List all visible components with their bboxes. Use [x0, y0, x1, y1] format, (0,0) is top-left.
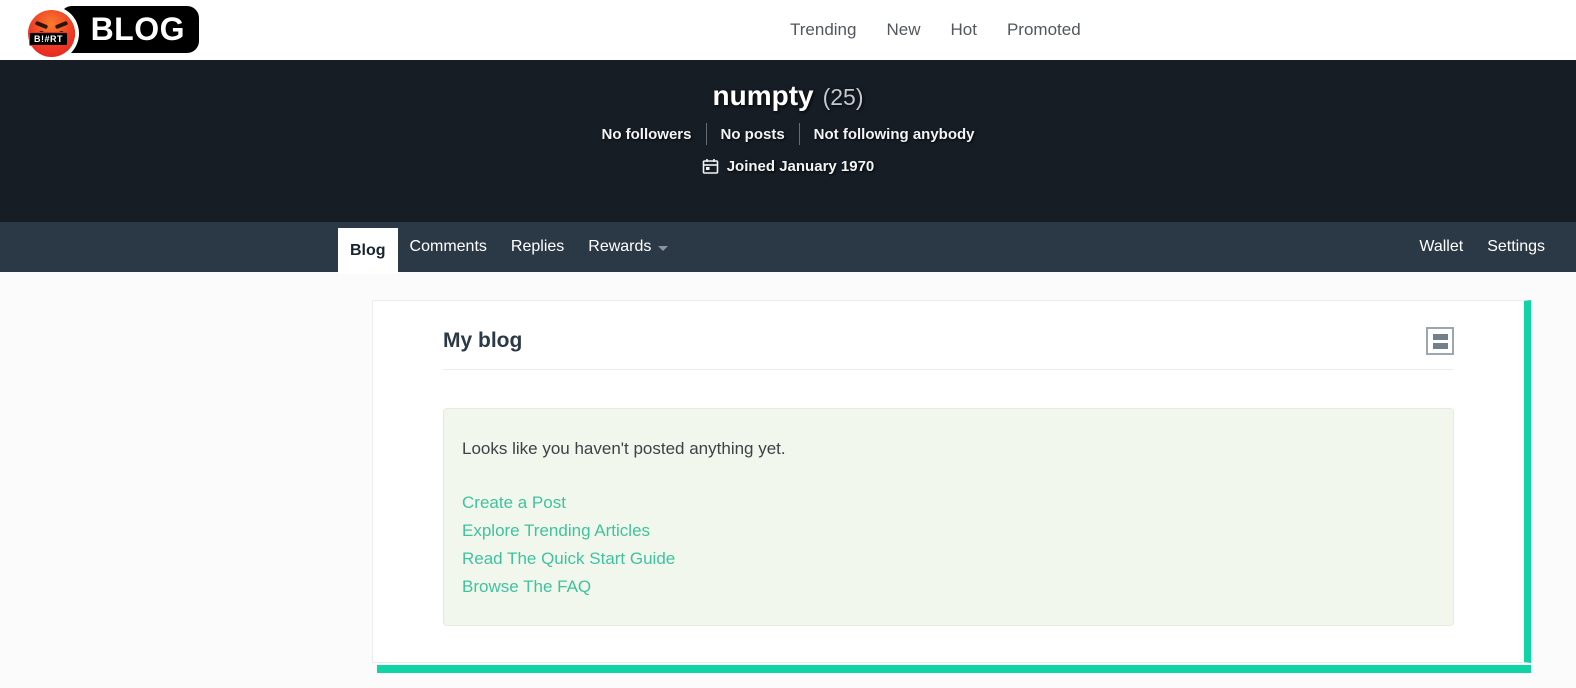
emoji-brow-right: [54, 20, 69, 30]
tabs-right: Wallet Settings: [1407, 222, 1557, 272]
tab-rewards-label: Rewards: [588, 238, 652, 255]
list-view-icon[interactable]: [1426, 327, 1454, 355]
top-navigation: Trending New Hot Promoted: [790, 0, 1081, 60]
nav-new[interactable]: New: [886, 20, 920, 40]
empty-blog-alert: Looks like you haven't posted anything y…: [443, 408, 1454, 626]
heading-divider: [443, 369, 1454, 370]
angry-emoji-icon: B!#RT: [28, 10, 75, 57]
link-create-post[interactable]: Create a Post: [462, 489, 566, 517]
stat-posts: No posts: [720, 125, 785, 143]
stats-divider: [798, 123, 800, 145]
blog-card-header: My blog: [443, 327, 1454, 355]
empty-blog-message: Looks like you haven't posted anything y…: [462, 439, 786, 458]
page-title: My blog: [443, 329, 523, 352]
stats-divider: [705, 123, 707, 145]
logo-badge: B!#RT: [29, 32, 68, 46]
main-content: My blog Looks like you haven't posted an…: [0, 272, 1576, 688]
tabs-left: Blog Comments Replies Rewards: [338, 222, 680, 274]
nav-promoted[interactable]: Promoted: [1007, 20, 1081, 40]
caret-down-icon: [658, 245, 669, 251]
stat-followers: No followers: [601, 125, 692, 143]
profile-stats: No followers No posts Not following anyb…: [601, 123, 975, 145]
list-view-bar: [1432, 342, 1448, 349]
link-explore-trending[interactable]: Explore Trending Articles: [462, 517, 650, 545]
logo-text: BLOG: [90, 11, 185, 47]
list-view-bar: [1432, 333, 1448, 340]
profile-username: numpty: [712, 80, 814, 111]
blog-card: My blog Looks like you haven't posted an…: [372, 300, 1531, 663]
profile-name-row: numpty (25): [712, 80, 863, 112]
card-accent-bottom-bar: [377, 665, 1531, 673]
tab-wallet[interactable]: Wallet: [1407, 222, 1475, 272]
nav-hot[interactable]: Hot: [950, 20, 976, 40]
blurt-blog-profile-page: BLOG B!#RT Trending New Hot Promoted num…: [0, 0, 1576, 688]
tab-settings[interactable]: Settings: [1475, 222, 1557, 272]
link-quick-start-guide[interactable]: Read The Quick Start Guide: [462, 545, 675, 573]
nav-trending[interactable]: Trending: [790, 20, 856, 40]
profile-tabbar: Blog Comments Replies Rewards Wallet Set…: [0, 222, 1576, 274]
link-browse-faq[interactable]: Browse The FAQ: [462, 573, 591, 601]
tab-rewards[interactable]: Rewards: [576, 222, 680, 272]
profile-reputation: (25): [822, 84, 864, 110]
tab-comments[interactable]: Comments: [398, 222, 499, 272]
profile-header: numpty (25) No followers No posts Not fo…: [0, 60, 1576, 222]
tab-blog[interactable]: Blog: [338, 228, 398, 274]
topbar: BLOG B!#RT Trending New Hot Promoted: [0, 0, 1576, 60]
profile-joined: Joined January 1970: [702, 158, 875, 175]
emoji-brow-left: [34, 20, 49, 30]
joined-label: Joined January 1970: [726, 158, 875, 175]
site-logo[interactable]: BLOG B!#RT: [16, 0, 199, 60]
tab-replies[interactable]: Replies: [499, 222, 576, 272]
stat-following: Not following anybody: [813, 125, 975, 143]
calendar-icon: [702, 159, 719, 174]
logo-wordmark: BLOG: [60, 6, 199, 53]
getting-started-links: Create a Post Explore Trending Articles …: [462, 489, 1435, 601]
